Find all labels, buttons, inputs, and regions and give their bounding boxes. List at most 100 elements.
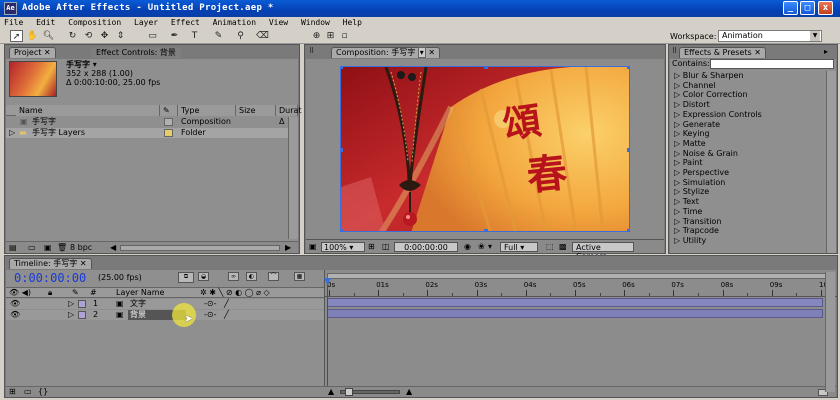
effect-category[interactable]: ▷ Channel xyxy=(674,81,716,91)
shy-icon[interactable]: ◒ xyxy=(198,272,209,281)
menu-composition[interactable]: Composition xyxy=(64,17,125,27)
expand-arrow-icon[interactable]: ▷ xyxy=(674,100,683,109)
effect-category[interactable]: ▷ Color Correction xyxy=(674,90,748,100)
av-features-icon[interactable]: 👁︎ ◀) xyxy=(9,288,31,298)
eraser-tool-icon[interactable]: ⌫ xyxy=(256,30,269,42)
trash-icon[interactable]: 🗑︎ xyxy=(57,243,67,253)
visibility-eye-icon[interactable]: 👁︎ xyxy=(10,299,20,309)
panel-grip-icon[interactable]: ⠿ xyxy=(672,47,677,55)
expand-arrow-icon[interactable]: ▷ xyxy=(674,149,683,158)
effect-category[interactable]: ▷ Keying xyxy=(674,129,710,139)
horizontal-scrollbar[interactable] xyxy=(120,245,280,251)
label-column-icon[interactable]: ✎ xyxy=(160,105,178,116)
timeline-zoom-slider[interactable] xyxy=(340,388,400,396)
frame-blending-icon[interactable]: ∞ xyxy=(228,272,239,281)
expand-arrow-icon[interactable]: ▷ xyxy=(674,110,683,119)
close-button[interactable]: x xyxy=(818,1,833,15)
layer-name[interactable]: 文字 xyxy=(130,299,146,309)
switches-icon[interactable]: ✲ ✱ ╲ ⊘ ◐ ◯ ⌀ ◇ xyxy=(200,288,270,298)
effects-search-input[interactable] xyxy=(710,59,834,69)
region-of-interest-icon[interactable]: ⬚ xyxy=(546,242,554,252)
label-swatch[interactable] xyxy=(164,118,173,126)
expand-arrow-icon[interactable]: ▷ xyxy=(674,90,683,99)
view-axis-icon[interactable]: ▫ xyxy=(338,30,351,42)
minimize-button[interactable]: _ xyxy=(783,1,798,15)
project-row[interactable]: ▷ ▬ 手写字 Layers Folder xyxy=(6,128,298,138)
always-preview-icon[interactable]: ▣ xyxy=(309,242,317,252)
project-row[interactable]: ▣ 手写字 Composition Δ 1 xyxy=(6,117,298,127)
toggle-in-out-icon[interactable]: {} xyxy=(38,387,48,397)
expand-arrow-icon[interactable]: ▷ xyxy=(9,128,15,138)
transform-handle[interactable] xyxy=(341,229,343,231)
tab-effects-presets[interactable]: Effects & Presets ✕ xyxy=(679,47,766,58)
column-number[interactable]: # xyxy=(90,288,97,298)
safe-zones-icon[interactable]: ⊞ xyxy=(368,242,375,252)
effect-category[interactable]: ▷ Blur & Sharpen xyxy=(674,71,744,81)
expand-arrow-icon[interactable]: ▷ xyxy=(674,217,683,226)
track-xy-camera-tool-icon[interactable]: ✥ xyxy=(98,30,111,42)
chevron-down-icon[interactable]: ▾ xyxy=(417,47,426,58)
toggle-modes-icon[interactable]: ▭ xyxy=(24,387,32,397)
layer-duration-bar[interactable] xyxy=(327,309,823,318)
composition-viewer[interactable]: 頌 春 xyxy=(306,59,664,239)
transform-handle[interactable] xyxy=(627,148,629,152)
draft-3d-icon[interactable]: ▦ xyxy=(294,272,305,281)
layer-quality-icon[interactable]: ╱ xyxy=(224,310,229,320)
layer-bounding-box[interactable] xyxy=(341,67,629,231)
expand-arrow-icon[interactable]: ▷ xyxy=(674,236,683,245)
zoom-select[interactable]: 100% ▾ xyxy=(321,242,365,252)
type-tool-icon[interactable]: T xyxy=(188,30,201,42)
transparency-grid-icon[interactable]: ▩ xyxy=(559,242,567,252)
menu-edit[interactable]: Edit xyxy=(32,17,59,27)
effect-category[interactable]: ▷ Time xyxy=(674,207,702,217)
label-column-icon[interactable]: ✎ xyxy=(72,288,79,298)
zoom-tool-icon[interactable]: 🔍︎ xyxy=(42,30,55,42)
transform-handle[interactable] xyxy=(627,229,629,231)
effect-category[interactable]: ▷ Expression Controls xyxy=(674,110,762,120)
tab-effect-controls[interactable]: Effect Controls: 背景 xyxy=(91,47,181,58)
time-navigator[interactable] xyxy=(327,273,827,279)
time-ruler[interactable]: 0s01s02s03s04s05s06s07s08s09s10s xyxy=(325,281,837,297)
layer-row[interactable]: 👁︎ ▷ 2 ▣ 背景 -⊙- ╱ xyxy=(6,310,324,320)
expand-arrow-icon[interactable]: ▷ xyxy=(68,299,74,309)
bpc-label[interactable]: 8 bpc xyxy=(70,243,92,253)
track-z-camera-tool-icon[interactable]: ⇕ xyxy=(114,30,127,42)
expand-arrow-icon[interactable]: ▷ xyxy=(68,310,74,320)
workspace-select[interactable]: Animation ▼ xyxy=(718,30,822,42)
label-swatch[interactable] xyxy=(78,300,86,308)
close-icon[interactable]: ✕ xyxy=(754,48,761,57)
camera-select[interactable]: Active Camera xyxy=(572,242,634,261)
project-scrollbar[interactable] xyxy=(288,117,298,239)
camera-snapshot-icon[interactable]: ◉ xyxy=(464,242,471,252)
channel-chevron-icon[interactable]: ▾ xyxy=(488,242,492,252)
selection-tool-icon[interactable]: ➚ xyxy=(10,30,23,42)
menu-help[interactable]: Help xyxy=(339,17,366,27)
tab-timeline[interactable]: Timeline: 手写字 ✕ xyxy=(9,258,92,269)
pen-tool-icon[interactable]: ✒ xyxy=(168,30,181,42)
transform-handle[interactable] xyxy=(484,229,488,231)
expand-arrow-icon[interactable]: ▷ xyxy=(674,129,683,138)
zoom-slider-thumb[interactable] xyxy=(345,388,353,396)
close-icon[interactable]: ✕ xyxy=(44,48,51,57)
menu-file[interactable]: File xyxy=(0,17,27,27)
layer-row[interactable]: 👁︎ ▷ 1 ▣ 文字 -⊙- ╱ xyxy=(6,299,324,309)
close-icon[interactable]: ✕ xyxy=(428,48,435,57)
effect-category[interactable]: ▷ Noise & Grain xyxy=(674,149,738,159)
effects-scrollbar[interactable] xyxy=(826,71,836,253)
panel-menu-icon[interactable]: ▸ xyxy=(824,47,828,56)
current-time-field[interactable]: 0:00:00:00 xyxy=(394,242,458,252)
new-comp-icon[interactable]: ▣ xyxy=(44,243,52,253)
effect-category[interactable]: ▷ Utility xyxy=(674,236,706,246)
effect-category[interactable]: ▷ Stylize xyxy=(674,187,709,197)
expand-arrow-icon[interactable]: ▷ xyxy=(674,158,683,167)
clone-stamp-tool-icon[interactable]: ⚲ xyxy=(234,30,247,42)
zoom-out-icon[interactable]: ▲ xyxy=(328,387,334,397)
menu-view[interactable]: View xyxy=(265,17,292,27)
maximize-button[interactable]: □ xyxy=(800,1,815,15)
playhead[interactable] xyxy=(327,278,328,397)
transform-handle[interactable] xyxy=(484,67,488,69)
effect-category[interactable]: ▷ Perspective xyxy=(674,168,729,178)
rotation-tool-icon[interactable]: ↻ xyxy=(66,30,79,42)
effect-category[interactable]: ▷ Paint xyxy=(674,158,703,168)
expand-arrow-icon[interactable]: ▷ xyxy=(674,71,683,80)
